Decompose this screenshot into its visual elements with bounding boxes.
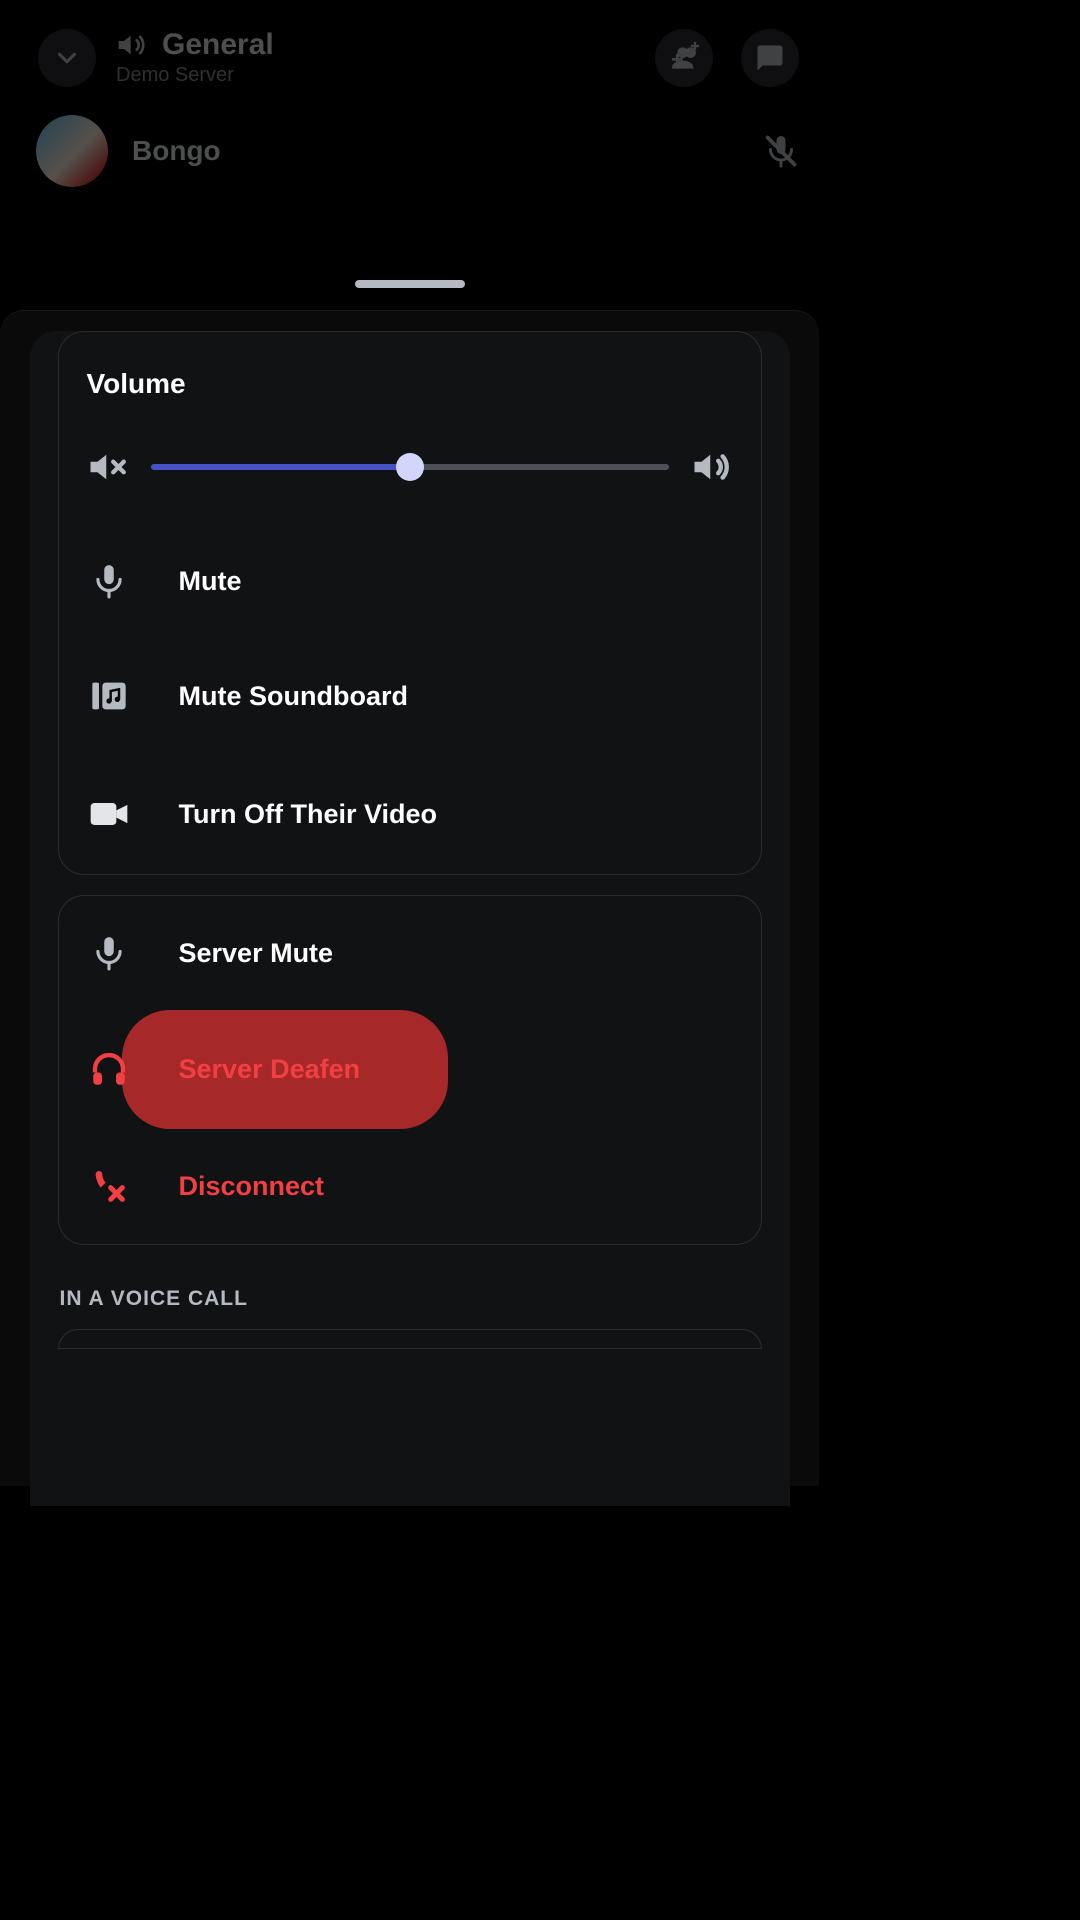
- mic-icon: [90, 562, 128, 600]
- soundboard-icon: [89, 676, 129, 716]
- server-deafen-label: Server Deafen: [179, 1054, 361, 1085]
- volume-high-icon: [691, 446, 733, 488]
- drag-handle[interactable]: [355, 280, 465, 288]
- volume-slider-thumb[interactable]: [396, 453, 424, 481]
- video-icon: [87, 792, 131, 836]
- turn-off-video-label: Turn Off Their Video: [179, 799, 438, 830]
- mute-label: Mute: [179, 566, 242, 597]
- mute-button[interactable]: Mute: [59, 524, 761, 638]
- channel-header: General Demo Server: [0, 0, 819, 97]
- disconnect-button[interactable]: Disconnect: [59, 1128, 761, 1244]
- collapse-button[interactable]: [38, 29, 96, 87]
- disconnect-label: Disconnect: [179, 1171, 325, 1202]
- volume-slider-fill: [151, 464, 410, 470]
- audio-controls-card: Volume Mute: [58, 331, 762, 875]
- speaker-icon: [116, 29, 148, 61]
- headphones-icon: [88, 1048, 130, 1090]
- plus-icon: [688, 39, 702, 53]
- avatar: [36, 115, 108, 187]
- server-mute-label: Server Mute: [179, 938, 334, 969]
- chat-icon: [755, 43, 785, 73]
- volume-label: Volume: [87, 368, 733, 400]
- server-name: Demo Server: [116, 64, 627, 87]
- mic-off-icon: [763, 133, 799, 169]
- turn-off-video-button[interactable]: Turn Off Their Video: [59, 754, 761, 874]
- volume-slider[interactable]: [151, 464, 669, 470]
- mute-soundboard-label: Mute Soundboard: [179, 681, 408, 712]
- volume-mute-icon: [87, 446, 129, 488]
- server-deafen-button[interactable]: Server Deafen: [59, 1010, 761, 1128]
- chevron-down-icon: [52, 43, 82, 73]
- server-mute-button[interactable]: Server Mute: [59, 896, 761, 1010]
- voice-call-heading: IN A VOICE CALL: [60, 1287, 762, 1311]
- voice-call-card: [58, 1329, 762, 1349]
- phone-hangup-icon: [89, 1166, 129, 1206]
- mic-icon: [90, 934, 128, 972]
- channel-name: General: [162, 28, 274, 62]
- mute-soundboard-button[interactable]: Mute Soundboard: [59, 638, 761, 754]
- participant-name: Bongo: [132, 135, 739, 167]
- messages-button[interactable]: [741, 29, 799, 87]
- add-friend-button[interactable]: [655, 29, 713, 87]
- participant-row[interactable]: Bongo: [0, 97, 819, 187]
- server-controls-card: Server Mute Server Deafen Disco: [58, 895, 762, 1245]
